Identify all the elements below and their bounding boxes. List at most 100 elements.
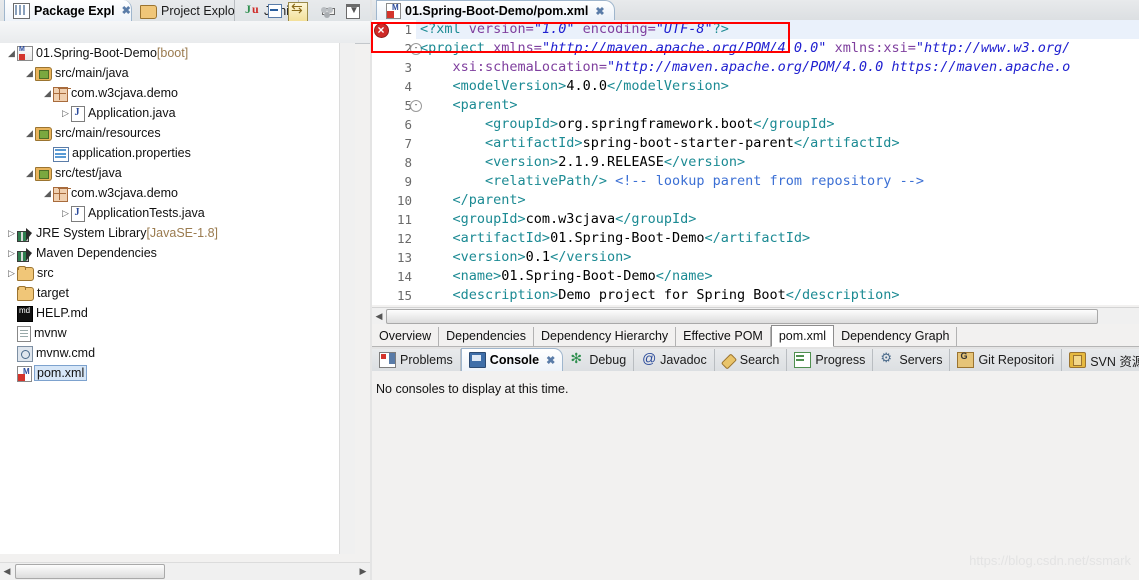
pom-page-tab-dependency-graph[interactable]: Dependency Graph <box>834 327 958 346</box>
code-line[interactable]: 2- <project xmlns="http://maven.apache.or… <box>372 39 1139 58</box>
code-token: encoding= <box>582 21 656 37</box>
tree-item-mvnw-cmd[interactable]: mvnw.cmd <box>0 343 355 363</box>
expand-arrow-icon[interactable] <box>42 88 53 99</box>
explorer-tab-package-expl[interactable]: Package Expl ✖ <box>4 0 132 21</box>
tree-item-application-properties[interactable]: application.properties <box>0 143 355 163</box>
code-token: spring-boot-starter-parent <box>582 135 794 151</box>
project-tree[interactable]: 01.Spring-Boot-Demo [boot] src/main/java c… <box>0 43 355 554</box>
code-line[interactable]: 4 <modelVersion>4.0.0</modelVersion> <box>372 77 1139 96</box>
editor-tab-pom-xml[interactable]: 01.Spring-Boot-Demo/pom.xml ✖ <box>376 0 615 21</box>
explorer-horizontal-scrollbar[interactable]: ◀ ▶ <box>0 562 370 580</box>
tree-item-label: ApplicationTests.java <box>88 206 205 220</box>
code-line[interactable]: 9 <relativePath/> <!-- lookup parent fro… <box>372 172 1139 191</box>
link-with-editor-icon[interactable] <box>288 0 308 22</box>
scroll-thumb[interactable] <box>386 309 1098 324</box>
tree-item-applicationtests-java[interactable]: ApplicationTests.java <box>0 203 355 223</box>
code-line[interactable]: 6 <groupId>org.springframework.boot</gro… <box>372 115 1139 134</box>
bottom-tab-label: Javadoc <box>660 353 707 367</box>
bottom-tab-search[interactable]: Search <box>715 349 788 371</box>
code-line[interactable]: 7 <artifactId>spring-boot-starter-parent… <box>372 134 1139 153</box>
code-line[interactable]: 15 <description>Demo project for Spring … <box>372 286 1139 305</box>
tree-item-label: src/test/java <box>55 166 122 180</box>
tree-item-01-spring-boot-demo[interactable]: 01.Spring-Boot-Demo [boot] <box>0 43 355 63</box>
pom-editor-page-tabs[interactable]: Overview Dependencies Dependency Hierarchy… <box>372 324 1139 347</box>
code-line[interactable]: 3 xsi:schemaLocation="http://maven.apach… <box>372 58 1139 77</box>
tree-item-help-md[interactable]: HELP.md <box>0 303 355 323</box>
expand-arrow-icon[interactable] <box>60 208 71 219</box>
tree-item-maven-dependencies[interactable]: Maven Dependencies <box>0 243 355 263</box>
code-line[interactable]: 12 <artifactId>01.Spring-Boot-Demo</arti… <box>372 229 1139 248</box>
code-token: </parent> <box>452 192 526 208</box>
tree-item-application-java[interactable]: Application.java <box>0 103 355 123</box>
close-icon[interactable]: ✖ <box>546 354 555 367</box>
code-token: </name> <box>655 268 713 284</box>
watermark: https://blog.csdn.net/ssmark <box>969 553 1131 568</box>
tree-item-mvnw[interactable]: mvnw <box>0 323 355 343</box>
tree-item-src-main-java[interactable]: src/main/java <box>0 63 355 83</box>
expand-arrow-icon[interactable] <box>24 68 35 79</box>
code-line[interactable]: 10 </parent> <box>372 191 1139 210</box>
bottom-tab-svn-资源库[interactable]: SVN 资源库 <box>1062 349 1139 371</box>
expand-arrow-icon[interactable] <box>6 228 17 239</box>
tree-item-label: mvnw.cmd <box>36 346 96 360</box>
pom-page-tab-dependency-hierarchy[interactable]: Dependency Hierarchy <box>534 327 677 346</box>
scroll-right-arrow[interactable]: ▶ <box>356 566 370 577</box>
bottom-tab-console[interactable]: Console ✖ <box>460 348 564 371</box>
code-line[interactable]: 8 <version>2.1.9.RELEASE</version> <box>372 153 1139 172</box>
tree-item-com-w3cjava-demo[interactable]: com.w3cjava.demo <box>0 83 355 103</box>
expand-arrow-icon[interactable] <box>6 48 17 59</box>
code-line[interactable]: 1 <?xml version="1.0" encoding="UTF-8"?> <box>372 20 1139 40</box>
close-icon[interactable]: ✖ <box>595 5 604 18</box>
tree-item-com-w3cjava-demo[interactable]: com.w3cjava.demo <box>0 183 355 203</box>
bottom-tab-label: SVN 资源库 <box>1090 354 1139 369</box>
tree-item-pom-xml[interactable]: pom.xml <box>0 363 355 383</box>
source-folder-icon <box>35 127 52 141</box>
problems-icon <box>379 352 396 368</box>
expand-arrow-icon[interactable] <box>60 108 71 119</box>
explorer-tab-project-explo[interactable]: Project Explo <box>132 0 235 21</box>
code-token: <parent> <box>452 97 518 113</box>
bottom-tab-servers[interactable]: Servers <box>873 349 951 371</box>
code-line[interactable]: 13 <version>0.1</version> <box>372 248 1139 267</box>
editor-tab-label: 01.Spring-Boot-Demo/pom.xml <box>405 4 589 18</box>
tree-item-label: HELP.md <box>36 306 88 320</box>
expand-arrow-icon[interactable] <box>24 168 35 179</box>
code-line[interactable]: 11 <groupId>com.w3cjava</groupId> <box>372 210 1139 229</box>
scroll-thumb[interactable] <box>15 564 165 579</box>
explorer-vertical-scrollbar[interactable] <box>339 43 355 554</box>
tree-item-jre-system-library[interactable]: JRE System Library [JavaSE-1.8] <box>0 223 355 243</box>
view-filters-icon[interactable] <box>318 2 336 20</box>
bottom-tab-debug[interactable]: Debug <box>563 349 635 371</box>
tree-item-src-test-java[interactable]: src/test/java <box>0 163 355 183</box>
expand-arrow-icon[interactable] <box>6 248 17 259</box>
close-icon[interactable]: ✖ <box>122 4 131 17</box>
code-editor[interactable]: 1<?xml version="1.0" encoding="UTF-8"?>2… <box>372 20 1139 305</box>
view-menu-icon[interactable]: ▼ <box>345 2 363 20</box>
code-line[interactable]: 5- <parent> <box>372 96 1139 115</box>
expand-arrow-icon[interactable] <box>6 268 17 279</box>
editor-horizontal-scrollbar[interactable]: ◀ <box>372 307 1139 325</box>
code-token: <!-- lookup parent from repository --> <box>615 173 924 189</box>
tree-item-src-main-resources[interactable]: src/main/resources <box>0 123 355 143</box>
console-icon <box>468 352 486 368</box>
scroll-left-arrow[interactable]: ◀ <box>372 311 386 322</box>
bottom-tab-bar[interactable]: Problems Console ✖ Debug Javadoc Search Progre… <box>372 348 1139 371</box>
bottom-tab-progress[interactable]: Progress <box>787 349 874 371</box>
tree-item-src[interactable]: src <box>0 263 355 283</box>
bottom-tab-git-repositori[interactable]: Git Repositori <box>950 349 1063 371</box>
tree-item-target[interactable]: target <box>0 283 355 303</box>
bottom-tab-problems[interactable]: Problems <box>372 349 461 371</box>
code-line[interactable]: 14 <name>01.Spring-Boot-Demo</name> <box>372 267 1139 286</box>
bottom-tab-javadoc[interactable]: Javadoc <box>634 349 715 371</box>
collapse-all-icon[interactable] <box>266 2 284 20</box>
pom-page-tab-overview[interactable]: Overview <box>372 327 440 346</box>
expand-arrow-icon[interactable] <box>42 188 53 199</box>
pom-page-tab-dependencies[interactable]: Dependencies <box>439 327 535 346</box>
console-body[interactable]: No consoles to display at this time. <box>372 371 1139 580</box>
pom-page-tab-pom-xml[interactable]: pom.xml <box>770 325 835 347</box>
code-token: "http://maven.apache.org/POM/4.0.0" <box>541 40 827 56</box>
expand-arrow-icon[interactable] <box>24 128 35 139</box>
pom-page-tab-effective-pom[interactable]: Effective POM <box>676 327 771 346</box>
scroll-left-arrow[interactable]: ◀ <box>0 566 14 577</box>
